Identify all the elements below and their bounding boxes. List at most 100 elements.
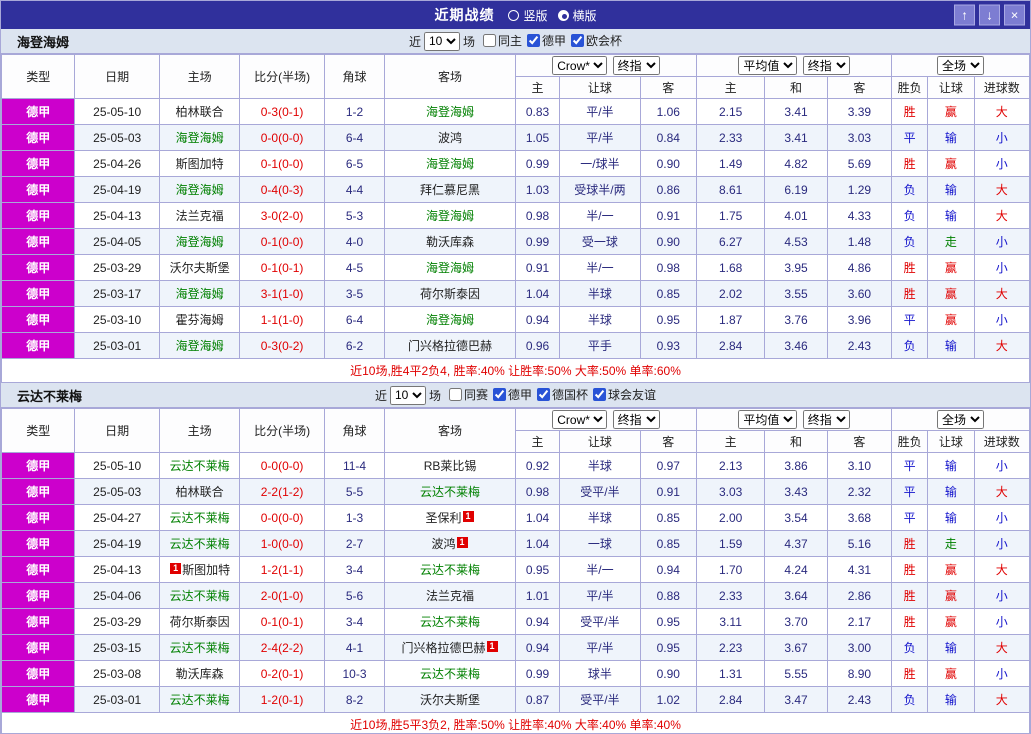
eu-draw-odds-cell: 3.41 (764, 124, 828, 151)
result-group-header: 全场 (891, 408, 1030, 431)
full-match-select[interactable]: 全场 (937, 56, 985, 75)
move-up-button[interactable]: ↑ (954, 4, 975, 26)
home-team-cell: 1 斯图加特 (158, 556, 241, 583)
ah-line-cell: 半/一 (559, 556, 641, 583)
ah-line-cell: 受一球 (559, 228, 641, 255)
filter-checkbox[interactable]: 德甲 (527, 32, 566, 49)
filter-checkbox[interactable]: 同赛 (448, 386, 488, 403)
recent-results-panel: 近期战绩 竖版 横版 ↑ ↓ × 海登海姆 近 10 场 同主 德甲 欧会杯 类… (0, 0, 1031, 734)
move-down-button[interactable]: ↓ (979, 4, 1000, 26)
match-row: 德甲 25-05-03 柏林联合 2-2(1-2) 5-5 云达不莱梅 0.98 受平/半 0.… (1, 478, 1030, 505)
col-header-date: 日期 (74, 54, 160, 99)
full-match-select[interactable]: 全场 (937, 410, 985, 429)
away-team-cell: 海登海姆 (384, 202, 516, 229)
ah-odds-group-header: Crow* 终指 (514, 54, 697, 77)
final-index-select[interactable]: 终指 (612, 56, 660, 75)
col-header-goals: 进球数 (973, 430, 1030, 453)
final-index-select-2[interactable]: 终指 (802, 56, 850, 75)
col-header-result: 胜负 (891, 76, 929, 99)
average-select[interactable]: 平均值 (738, 56, 798, 75)
date-cell: 25-03-01 (74, 332, 160, 359)
league-cell: 德甲 (1, 608, 76, 635)
checkbox-input[interactable] (571, 34, 585, 47)
corners-cell: 5-3 (323, 202, 386, 229)
date-cell: 25-03-10 (74, 306, 160, 333)
ah-line-cell: 受平/半 (559, 608, 641, 635)
home-team-cell: 海登海姆 (158, 176, 241, 203)
checkbox-input[interactable] (593, 388, 607, 401)
goals-result-cell: 小 (973, 150, 1030, 177)
handicap-result-cell: 输 (927, 686, 975, 713)
col-header-league: 类型 (1, 54, 76, 99)
checkbox-input[interactable] (448, 388, 462, 401)
eu-odds-group-header: 平均值 终指 (695, 54, 893, 77)
eu-draw-odds-cell: 3.67 (764, 634, 828, 661)
goals-result-cell: 小 (973, 452, 1030, 479)
average-select[interactable]: 平均值 (738, 410, 798, 429)
filter-checkbox[interactable]: 德国杯 (537, 386, 588, 403)
checkbox-input[interactable] (537, 388, 551, 401)
match-row: 德甲 25-04-06 云达不莱梅 2-0(1-0) 5-6 法兰克福 1.01 平/半 0.8… (1, 582, 1030, 609)
result-cell: 胜 (891, 556, 929, 583)
section-team-name: 云达不莱梅 (17, 388, 83, 404)
ah-home-odds-cell: 0.94 (514, 306, 561, 333)
league-cell: 德甲 (1, 228, 76, 255)
corners-cell: 4-1 (323, 634, 386, 661)
view-option-1[interactable]: 横版 (557, 7, 597, 24)
ah-line-cell: 受球半/两 (559, 176, 641, 203)
col-header-handicap: 让球 (927, 76, 975, 99)
opponent-team-name: 法兰克福 (175, 209, 224, 223)
ah-line-cell: 球半 (559, 660, 641, 687)
summary-text: 近10场,胜4平2负4, 胜率:40% 让胜率:50% 大率:50% 单率:60… (1, 358, 1030, 383)
checkbox-input[interactable] (527, 34, 540, 47)
col-header-home: 主场 (158, 54, 241, 99)
eu-away-odds-cell: 3.96 (826, 306, 893, 333)
league-cell: 德甲 (1, 202, 76, 229)
results-body: 德甲 25-05-10 柏林联合 0-3(0-1) 1-2 海登海姆 0.83 平/半 1.06… (1, 98, 1030, 359)
eu-home-odds-cell: 2.15 (695, 98, 766, 125)
filter-checkbox[interactable]: 同主 (482, 32, 522, 49)
league-cell: 德甲 (1, 98, 76, 125)
corners-cell: 2-7 (323, 530, 386, 557)
match-row: 德甲 25-03-29 沃尔夫斯堡 0-1(0-1) 4-5 海登海姆 0.91 半/一 0.9… (1, 254, 1030, 281)
checkbox-input[interactable] (482, 34, 496, 47)
filter-checkbox-group: 同主 德甲 欧会杯 (478, 32, 622, 50)
handicap-result-cell: 输 (927, 478, 975, 505)
date-cell: 25-03-29 (74, 254, 160, 281)
date-cell: 25-04-05 (74, 228, 160, 255)
filter-checkbox[interactable]: 球会友谊 (593, 386, 656, 403)
panel-title: 近期战绩 (434, 7, 495, 23)
eu-home-odds-cell: 2.84 (695, 332, 766, 359)
match-count-select[interactable]: 10 (389, 385, 426, 405)
final-index-select[interactable]: 终指 (612, 410, 660, 429)
league-cell: 德甲 (1, 504, 76, 531)
final-index-select-2[interactable]: 终指 (802, 410, 850, 429)
date-cell: 25-05-03 (74, 124, 160, 151)
ah-line-cell: 平/半 (559, 634, 641, 661)
tracked-team-name: 云达不莱梅 (169, 641, 230, 655)
close-button[interactable]: × (1004, 4, 1025, 26)
tracked-team-name: 海登海姆 (175, 235, 224, 249)
ah-line-cell: 受平/半 (559, 686, 641, 713)
ah-line-cell: 半球 (559, 504, 641, 531)
score-cell: 0-1(0-1) (239, 254, 325, 281)
filter-checkbox[interactable]: 德甲 (493, 386, 532, 403)
match-count-select[interactable]: 10 (423, 31, 460, 51)
date-cell: 25-03-01 (74, 686, 160, 713)
league-cell: 德甲 (1, 582, 76, 609)
ah-away-odds-cell: 0.91 (639, 478, 697, 505)
match-row: 德甲 25-04-13 法兰克福 3-0(2-0) 5-3 海登海姆 0.98 半/一 0.91… (1, 202, 1030, 229)
bookmaker-select[interactable]: Crow* (552, 410, 608, 429)
red-card-badge: 1 (170, 563, 182, 574)
away-team-cell: 勒沃库森 (384, 228, 516, 255)
ah-home-odds-cell: 0.87 (514, 686, 561, 713)
filter-checkbox[interactable]: 欧会杯 (571, 32, 622, 49)
results-table: 类型 日期 主场 比分(半场) 角球 客场 Crow* 终指 平均值 终指 全场… (1, 54, 1030, 383)
view-option-0[interactable]: 竖版 (508, 7, 548, 24)
tracked-team-name: 海登海姆 (426, 209, 475, 223)
ah-home-odds-cell: 0.99 (514, 228, 561, 255)
handicap-result-cell: 赢 (927, 556, 975, 583)
checkbox-input[interactable] (493, 388, 506, 401)
matches-label: 场 (428, 388, 441, 403)
bookmaker-select[interactable]: Crow* (552, 56, 608, 75)
